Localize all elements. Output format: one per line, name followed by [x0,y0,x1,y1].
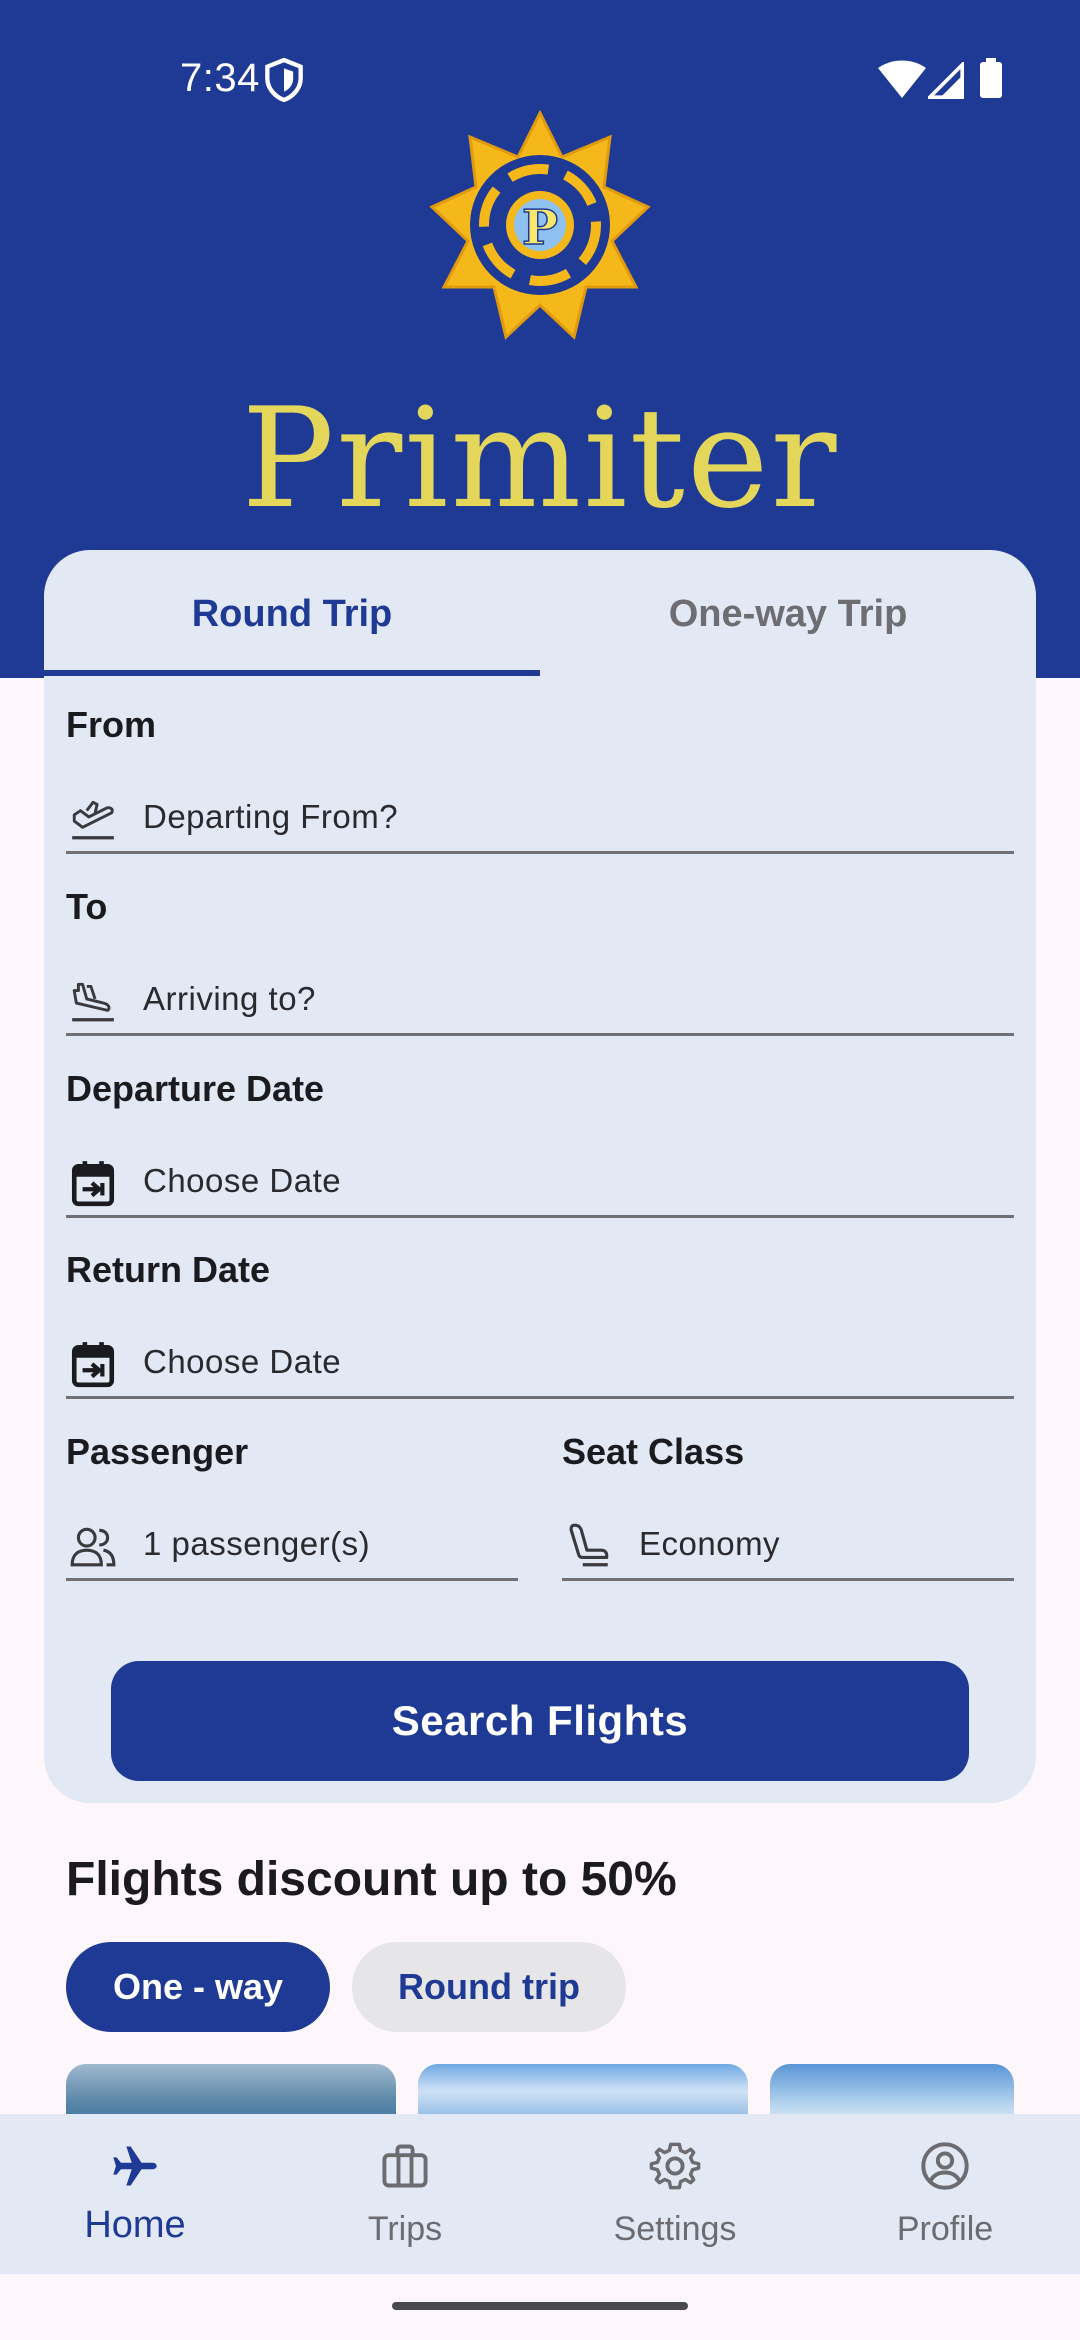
brand-logo: P [429,110,651,340]
app-root: 7:34 P Primiter Round Trip One-way Trip … [0,0,1080,2340]
emblem-letter: P [522,200,558,256]
filter-chip-round-trip[interactable]: Round trip [352,1942,626,2032]
nav-label-home: Home [84,2204,186,2246]
departure-date-label: Departure Date [66,1068,325,1109]
calendar-icon [71,1342,115,1388]
seat-class-label: Seat Class [562,1431,745,1472]
people-icon [70,1527,116,1567]
seat-icon [569,1523,609,1567]
passenger-value: 1 passenger(s) [143,1525,371,1562]
filter-chip-one-way[interactable]: One - way [66,1942,330,2032]
shield-icon [265,58,303,102]
discount-section-title: Flights discount up to 50% [66,1853,677,1906]
flight-search-card: Round Trip One-way Trip From Departing F… [44,550,1036,1803]
return-date-field[interactable]: Choose Date [66,1327,1014,1399]
briefcase-icon [382,2144,428,2188]
brand-name: Primiter [241,378,839,539]
departure-date-field[interactable]: Choose Date [66,1146,1014,1218]
seat-class-value: Economy [639,1525,781,1562]
tab-one-way-trip[interactable]: One-way Trip [540,550,1036,678]
nav-item-trips[interactable]: Trips [270,2114,540,2274]
wifi-icon [878,60,926,98]
gear-icon [649,2142,701,2190]
from-field[interactable]: Departing From? [66,782,1014,854]
nav-item-home[interactable]: Home [0,2114,270,2274]
from-label: From [66,704,156,745]
passenger-field[interactable]: 1 passenger(s) [66,1509,518,1581]
to-label: To [66,886,108,927]
departure-date-placeholder: Choose Date [143,1162,342,1199]
search-flights-button[interactable]: Search Flights [111,1661,969,1781]
tab-round-trip[interactable]: Round Trip [44,550,540,678]
nav-label-trips: Trips [367,2210,443,2248]
airplane-landing-icon [72,982,114,1022]
bottom-navigation-bar: Home Trips Settings Profile [0,2114,1080,2274]
nav-item-settings[interactable]: Settings [540,2114,810,2274]
to-field[interactable]: Arriving to? [66,964,1014,1036]
trip-type-tabs: Round Trip One-way Trip [44,550,1036,678]
nav-label-profile: Profile [896,2210,994,2248]
airplane-takeoff-icon [72,800,114,840]
user-circle-icon [921,2142,969,2190]
nav-item-profile[interactable]: Profile [810,2114,1080,2274]
return-date-label: Return Date [66,1249,271,1290]
cellular-signal-icon [928,62,964,99]
from-placeholder: Departing From? [143,798,399,835]
tab-active-indicator [44,670,540,676]
return-date-placeholder: Choose Date [143,1343,342,1380]
passenger-label: Passenger [66,1431,249,1472]
nav-label-settings: Settings [613,2210,737,2248]
status-time: 7:34 [180,56,260,100]
seat-class-field[interactable]: Economy [562,1509,1014,1581]
to-placeholder: Arriving to? [143,980,316,1017]
airplane-icon [113,2146,157,2186]
battery-icon [980,58,1002,98]
calendar-icon [71,1161,115,1207]
gesture-home-indicator[interactable] [392,2302,688,2310]
